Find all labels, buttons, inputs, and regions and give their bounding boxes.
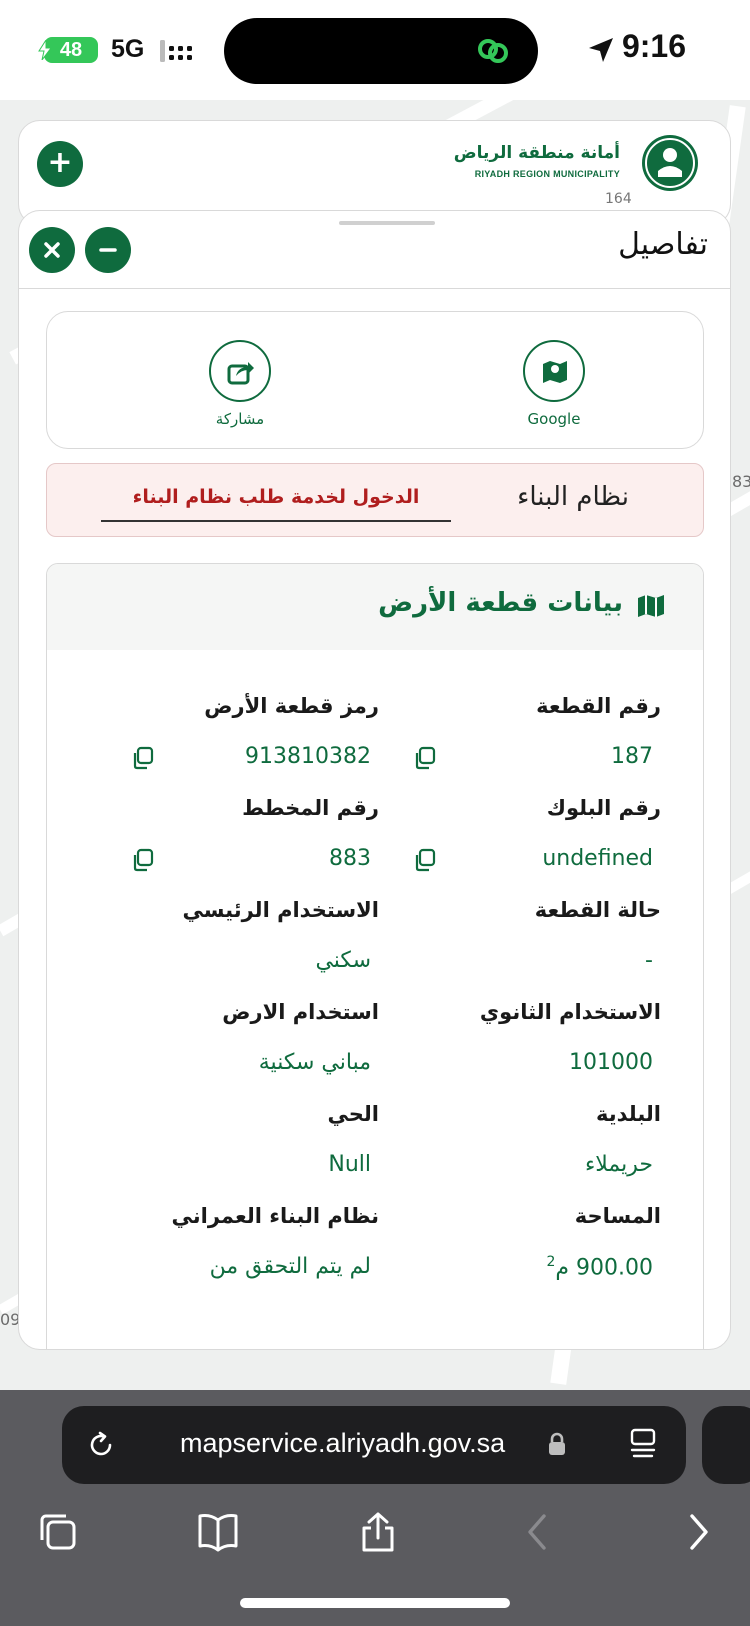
block-number-label: رقم البلوك bbox=[546, 796, 661, 820]
district-value: Null bbox=[328, 1152, 371, 1177]
plot-number-value: 187 bbox=[611, 744, 653, 769]
google-maps-button[interactable]: Google bbox=[489, 340, 619, 428]
urban-system-label: نظام البناء العمراني bbox=[171, 1204, 380, 1228]
building-system-link[interactable]: الدخول لخدمة طلب نظام البناء bbox=[101, 486, 451, 522]
map-icon bbox=[638, 595, 664, 617]
land-data-card: بيانات قطعة الأرض رقم القطعة رمز قطعة ال… bbox=[46, 563, 704, 1349]
plot-code-label: رمز قطعة الأرض bbox=[204, 694, 379, 718]
area-number: 900.00 م bbox=[555, 1255, 653, 1281]
reload-icon[interactable] bbox=[86, 1430, 116, 1460]
url-text: mapservice.alriyadh.gov.sa bbox=[180, 1428, 506, 1458]
details-panel: تفاصيل Google مشاركة نظام البناء الدخول … bbox=[18, 210, 731, 1350]
logo-text-english: RIYADH REGION MUNICIPALITY bbox=[474, 169, 620, 179]
map-label-right: 83 bbox=[732, 472, 750, 491]
block-number-value: undefined bbox=[542, 846, 653, 871]
land-data-title: بيانات قطعة الأرض bbox=[378, 588, 623, 618]
copy-icon[interactable] bbox=[131, 848, 155, 872]
copy-icon[interactable] bbox=[131, 746, 155, 770]
panel-header: تفاصيل bbox=[19, 211, 730, 289]
minus-icon bbox=[99, 248, 117, 252]
forward-icon[interactable] bbox=[676, 1510, 720, 1554]
dynamic-island bbox=[224, 18, 538, 84]
next-tab-preview[interactable] bbox=[702, 1406, 750, 1484]
copy-icon[interactable] bbox=[413, 746, 437, 770]
minimize-button[interactable] bbox=[85, 227, 131, 273]
share-label: مشاركة bbox=[215, 410, 265, 428]
reader-mode-icon[interactable] bbox=[628, 1428, 658, 1462]
charging-bolt-icon bbox=[38, 40, 52, 60]
area-label: المساحة bbox=[574, 1204, 661, 1228]
building-system-card: نظام البناء الدخول لخدمة طلب نظام البناء bbox=[46, 463, 704, 537]
map-parcel-number: 164 bbox=[605, 191, 632, 207]
home-indicator[interactable] bbox=[240, 1598, 510, 1608]
plot-status-label: حالة القطعة bbox=[534, 898, 661, 922]
land-use-value: مباني سكنية bbox=[258, 1050, 371, 1075]
status-time: 9:16 bbox=[621, 28, 686, 64]
urban-system-value: لم يتم التحقق من bbox=[209, 1254, 371, 1279]
signal-icon bbox=[160, 40, 192, 62]
panel-title: تفاصيل bbox=[618, 227, 708, 262]
plot-code-value: 913810382 bbox=[245, 744, 371, 769]
drag-handle[interactable] bbox=[339, 221, 435, 225]
area-value: 900.00 م2 bbox=[546, 1254, 653, 1280]
secondary-use-label: الاستخدام الثانوي bbox=[479, 1000, 661, 1024]
link-activity-icon bbox=[478, 39, 508, 63]
browser-toolbar: mapservice.alriyadh.gov.sa bbox=[0, 1390, 750, 1626]
copy-icon[interactable] bbox=[413, 848, 437, 872]
main-use-label: الاستخدام الرئيسي bbox=[182, 898, 379, 922]
actions-card: Google مشاركة bbox=[46, 311, 704, 449]
share-icon[interactable] bbox=[356, 1510, 400, 1554]
tabs-icon[interactable] bbox=[36, 1510, 80, 1554]
back-icon[interactable] bbox=[516, 1510, 560, 1554]
address-bar[interactable]: mapservice.alriyadh.gov.sa bbox=[62, 1406, 686, 1484]
battery-level: 48 bbox=[59, 39, 83, 61]
municipality-value: حريملاء bbox=[584, 1152, 653, 1177]
district-label: الحي bbox=[327, 1102, 379, 1126]
network-type: 5G bbox=[111, 35, 145, 63]
bookmarks-icon[interactable] bbox=[196, 1510, 240, 1554]
add-button[interactable]: + bbox=[37, 141, 83, 187]
close-icon bbox=[44, 242, 60, 258]
plot-status-value: - bbox=[645, 948, 653, 973]
map-icon bbox=[543, 361, 567, 383]
plan-number-value: 883 bbox=[329, 846, 371, 871]
logo-text-arabic: أمانة منطقة الرياض bbox=[453, 143, 620, 163]
plot-number-label: رقم القطعة bbox=[536, 694, 661, 718]
status-bar: 48 5G 9:16 bbox=[0, 0, 750, 100]
lock-icon bbox=[549, 1432, 565, 1455]
building-system-title: نظام البناء bbox=[517, 482, 629, 512]
land-data-header: بيانات قطعة الأرض bbox=[47, 564, 703, 650]
land-use-label: استخدام الارض bbox=[222, 1000, 379, 1024]
share-icon bbox=[227, 362, 254, 385]
secondary-use-value: 101000 bbox=[569, 1050, 653, 1075]
google-label: Google bbox=[527, 410, 581, 428]
municipality-logo-icon bbox=[642, 135, 698, 191]
main-use-value: سكني bbox=[315, 948, 371, 973]
close-button[interactable] bbox=[29, 227, 75, 273]
municipality-label: البلدية bbox=[596, 1102, 661, 1126]
plan-number-label: رقم المخطط bbox=[242, 796, 379, 820]
share-button[interactable]: مشاركة bbox=[175, 340, 305, 428]
battery-indicator: 48 bbox=[38, 37, 98, 63]
location-arrow-icon bbox=[589, 38, 613, 62]
